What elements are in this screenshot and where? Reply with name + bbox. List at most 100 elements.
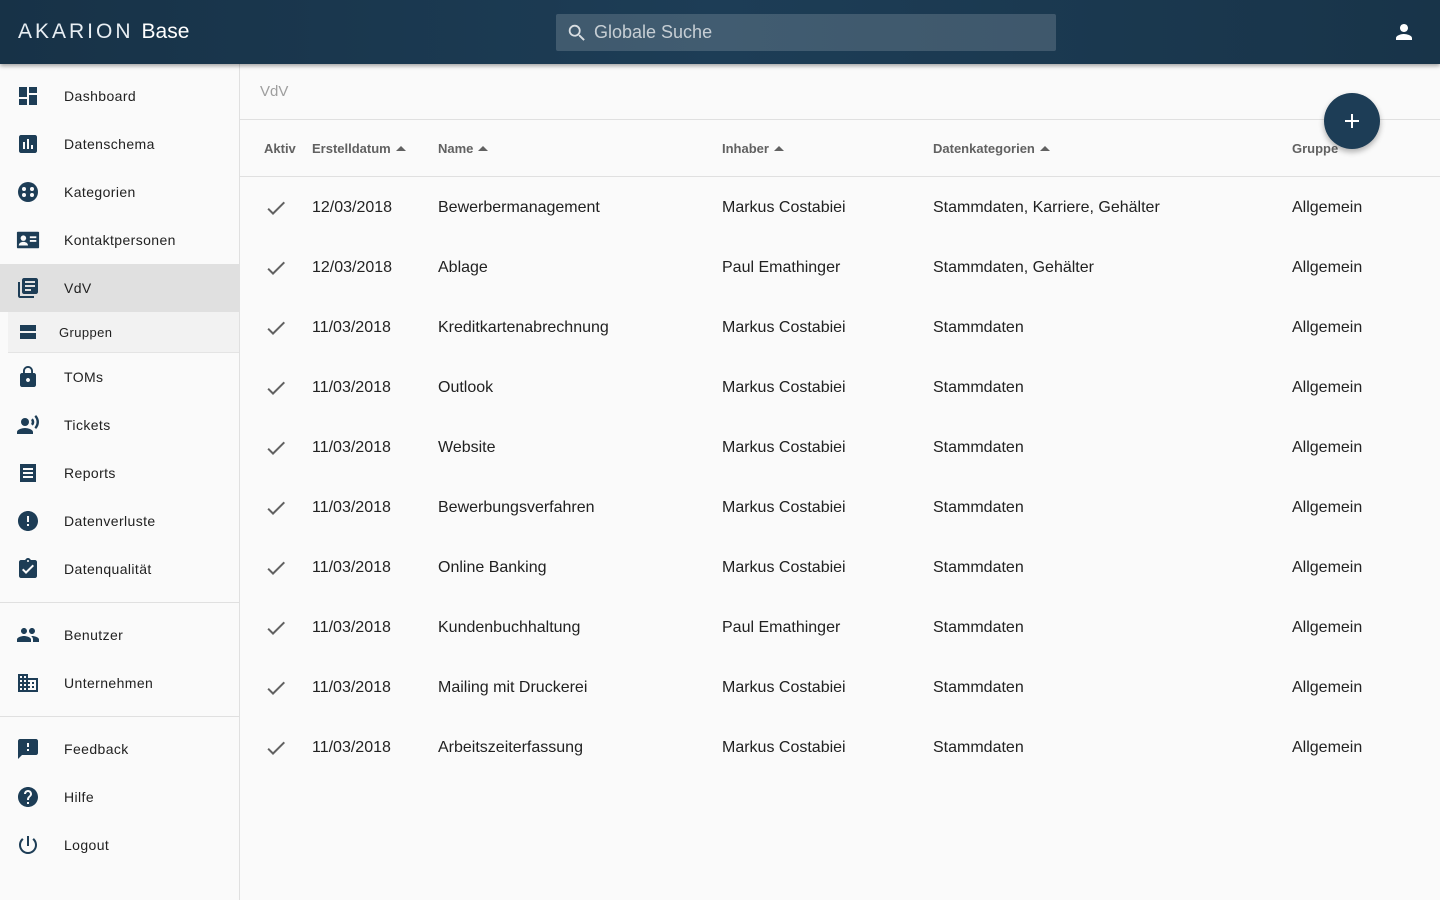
- column-header-erstelldatum[interactable]: Erstelldatum: [312, 120, 406, 177]
- sidebar-item-hilfe[interactable]: Hilfe: [0, 773, 239, 821]
- sidebar-item-label: Unternehmen: [64, 675, 154, 691]
- sidebar-item-dashboard[interactable]: Dashboard: [0, 72, 239, 120]
- cell-categories: Stammdaten: [933, 319, 1024, 336]
- cell-categories: Stammdaten: [933, 619, 1024, 636]
- sidebar-item-datenschema[interactable]: Datenschema: [0, 120, 239, 168]
- sidebar-item-label: Feedback: [64, 741, 129, 757]
- column-header-aktiv[interactable]: Aktiv: [264, 120, 296, 177]
- column-header-label: Erstelldatum: [312, 141, 391, 156]
- lock-icon: [16, 365, 40, 389]
- sidebar-item-tickets[interactable]: Tickets: [0, 401, 239, 449]
- breadcrumb: VdV: [240, 64, 1440, 120]
- sidebar-item-datenverluste[interactable]: Datenverluste: [0, 497, 239, 545]
- table-row[interactable]: 11/03/2018 Outlook Markus Costabiei Stam…: [240, 358, 1440, 418]
- table-row[interactable]: 11/03/2018 Arbeitszeiterfassung Markus C…: [240, 718, 1440, 778]
- sidebar-item-vdv[interactable]: VdV: [0, 264, 239, 312]
- sidebar-item-label: Gruppen: [59, 324, 113, 340]
- cell-categories: Stammdaten: [933, 559, 1024, 576]
- dashboard-icon: [16, 84, 40, 108]
- sidebar-divider: [0, 716, 239, 717]
- table-row[interactable]: 11/03/2018 Online Banking Markus Costabi…: [240, 538, 1440, 598]
- sidebar-item-label: Kategorien: [64, 184, 136, 200]
- search-input[interactable]: [594, 22, 1034, 43]
- table-row[interactable]: 12/03/2018 Ablage Paul Emathinger Stammd…: [240, 238, 1440, 298]
- active-check-icon: [264, 358, 288, 418]
- feedback-icon: [16, 737, 40, 761]
- column-header-inhaber[interactable]: Inhaber: [722, 120, 784, 177]
- sidebar-item-kontaktpersonen[interactable]: Kontaktpersonen: [0, 216, 239, 264]
- cell-group: Allgemein: [1292, 619, 1363, 636]
- cell-owner: Paul Emathinger: [722, 259, 841, 276]
- cell-date: 11/03/2018: [312, 619, 391, 636]
- table-header: Aktiv Erstelldatum Name Inhaber Datenkat…: [240, 120, 1440, 177]
- cell-owner: Markus Costabiei: [722, 679, 846, 696]
- cell-date: 11/03/2018: [312, 499, 391, 516]
- add-button[interactable]: [1324, 93, 1380, 149]
- table-row[interactable]: 11/03/2018 Mailing mit Druckerei Markus …: [240, 658, 1440, 718]
- group-list-icon: [16, 320, 40, 344]
- brand-name: AKARION: [18, 20, 134, 43]
- app-logo[interactable]: AKARION Base: [18, 18, 189, 46]
- cell-owner: Markus Costabiei: [722, 199, 846, 216]
- table-row[interactable]: 11/03/2018 Website Markus Costabiei Stam…: [240, 418, 1440, 478]
- column-header-name[interactable]: Name: [438, 120, 489, 177]
- main-content: VdV Aktiv Erstelldatum Name Inhaber Date…: [240, 64, 1440, 900]
- sidebar-item-label: Logout: [64, 837, 110, 853]
- cell-date: 11/03/2018: [312, 739, 391, 756]
- cell-owner: Markus Costabiei: [722, 319, 846, 336]
- brand-suffix: Base: [141, 20, 190, 43]
- cell-owner: Markus Costabiei: [722, 439, 846, 456]
- sidebar-item-datenqualitaet[interactable]: Datenqualität: [0, 545, 239, 593]
- active-check-icon: [264, 238, 288, 298]
- sidebar-item-toms[interactable]: TOMs: [0, 353, 239, 401]
- table-row[interactable]: 12/03/2018 Bewerbermanagement Markus Cos…: [240, 178, 1440, 238]
- sidebar-subitem-gruppen[interactable]: Gruppen: [8, 312, 239, 353]
- cell-owner: Paul Emathinger: [722, 619, 841, 636]
- table-row[interactable]: 11/03/2018 Kundenbuchhaltung Paul Emathi…: [240, 598, 1440, 658]
- cell-owner: Markus Costabiei: [722, 739, 846, 756]
- cell-name: Kreditkartenabrechnung: [438, 319, 609, 336]
- cell-group: Allgemein: [1292, 379, 1363, 396]
- active-check-icon: [264, 478, 288, 538]
- account-icon[interactable]: [1392, 20, 1416, 44]
- cell-name: Online Banking: [438, 559, 547, 576]
- cell-name: Arbeitszeiterfassung: [438, 739, 583, 756]
- sidebar-item-label: Dashboard: [64, 88, 137, 104]
- column-header-datenkategorien[interactable]: Datenkategorien: [933, 120, 1050, 177]
- sort-ascending-icon: [1039, 146, 1050, 151]
- sidebar-item-feedback[interactable]: Feedback: [0, 725, 239, 773]
- column-header-label: Name: [438, 141, 474, 156]
- cell-categories: Stammdaten, Karriere, Gehälter: [933, 199, 1160, 216]
- sidebar-item-benutzer[interactable]: Benutzer: [0, 611, 239, 659]
- sort-ascending-icon: [395, 146, 406, 151]
- sidebar-item-logout[interactable]: Logout: [0, 821, 239, 869]
- sidebar-divider: [0, 602, 239, 603]
- contact-card-icon: [16, 228, 40, 252]
- sidebar-item-label: Datenqualität: [64, 561, 152, 577]
- library-books-icon: [16, 276, 40, 300]
- cell-name: Kundenbuchhaltung: [438, 619, 581, 636]
- cell-date: 11/03/2018: [312, 439, 391, 456]
- cell-group: Allgemein: [1292, 559, 1363, 576]
- table-body: 12/03/2018 Bewerbermanagement Markus Cos…: [240, 178, 1440, 778]
- cell-date: 11/03/2018: [312, 319, 391, 336]
- active-check-icon: [264, 418, 288, 478]
- sidebar-nav: Dashboard Datenschema Kategorien Kontakt…: [0, 64, 240, 900]
- report-list-icon: [16, 461, 40, 485]
- cell-categories: Stammdaten: [933, 499, 1024, 516]
- cell-group: Allgemein: [1292, 679, 1363, 696]
- cell-date: 11/03/2018: [312, 379, 391, 396]
- record-voice-icon: [16, 413, 40, 437]
- cell-group: Allgemein: [1292, 499, 1363, 516]
- active-check-icon: [264, 178, 288, 238]
- sidebar-item-kategorien[interactable]: Kategorien: [0, 168, 239, 216]
- plus-icon: [1345, 114, 1359, 128]
- categories-icon: [16, 180, 40, 204]
- table-row[interactable]: 11/03/2018 Kreditkartenabrechnung Markus…: [240, 298, 1440, 358]
- column-header-label: Aktiv: [264, 141, 296, 156]
- table-row[interactable]: 11/03/2018 Bewerbungsverfahren Markus Co…: [240, 478, 1440, 538]
- cell-date: 11/03/2018: [312, 559, 391, 576]
- sidebar-item-reports[interactable]: Reports: [0, 449, 239, 497]
- cell-owner: Markus Costabiei: [722, 559, 846, 576]
- sidebar-item-unternehmen[interactable]: Unternehmen: [0, 659, 239, 707]
